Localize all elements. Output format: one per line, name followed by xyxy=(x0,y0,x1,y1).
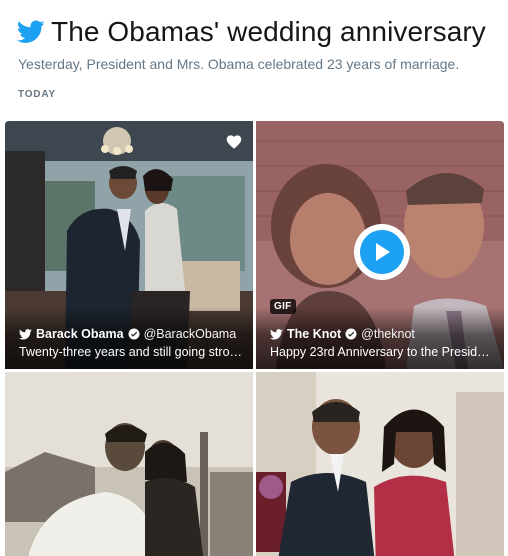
twitter-bird-icon xyxy=(270,328,283,340)
verified-badge-icon xyxy=(345,328,357,340)
page-subtitle: Yesterday, President and Mrs. Obama cele… xyxy=(18,56,460,72)
author-name[interactable]: The Knot xyxy=(287,327,341,341)
page-header: The Obamas' wedding anniversary xyxy=(17,14,497,50)
tweet-text: Twenty-three years and still going stro… xyxy=(19,345,243,359)
tile-caption: Barack Obama @BarackObama Twenty-three y… xyxy=(5,307,253,369)
tweet-text: Happy 23rd Anniversary to the Preside… xyxy=(270,345,494,359)
page-title: The Obamas' wedding anniversary xyxy=(51,16,486,47)
author-name[interactable]: Barack Obama xyxy=(36,327,124,341)
tile-caption: The Knot @theknot Happy 23rd Anniversary… xyxy=(256,307,504,369)
verified-badge-icon xyxy=(128,328,140,340)
play-button[interactable] xyxy=(354,224,410,280)
media-tile-embrace-photo[interactable] xyxy=(256,372,504,556)
author-handle[interactable]: @BarackObama xyxy=(144,327,237,341)
author-handle[interactable]: @theknot xyxy=(361,327,415,341)
play-icon xyxy=(360,230,404,274)
twitter-bird-icon xyxy=(17,20,45,43)
media-tile-barack-obama[interactable]: Barack Obama @BarackObama Twenty-three y… xyxy=(5,121,253,369)
play-triangle-icon xyxy=(376,243,390,261)
photo-obamas-vintage xyxy=(5,372,253,556)
heart-icon[interactable] xyxy=(225,133,243,149)
media-grid: Barack Obama @BarackObama Twenty-three y… xyxy=(5,121,504,556)
caption-author: The Knot @theknot xyxy=(270,327,494,341)
media-tile-the-knot[interactable]: GIF The Knot @theknot Happy 23rd Anniver… xyxy=(256,121,504,369)
caption-author: Barack Obama @BarackObama xyxy=(19,327,243,341)
media-tile-vintage-photo[interactable] xyxy=(5,372,253,556)
twitter-bird-icon xyxy=(19,328,32,340)
photo-obamas-embrace xyxy=(256,372,504,556)
section-label: TODAY xyxy=(18,89,56,100)
